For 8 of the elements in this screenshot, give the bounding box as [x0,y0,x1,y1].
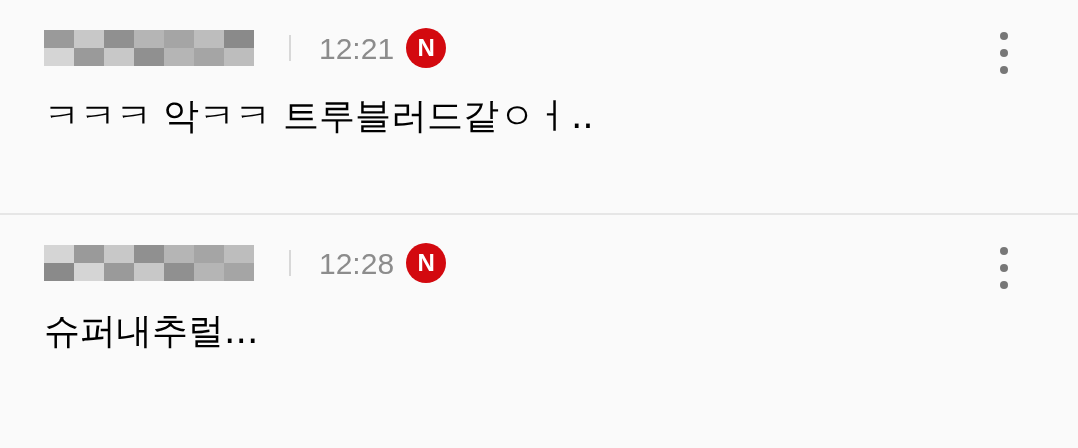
new-badge: N [406,28,447,68]
comment-time: 12:21 [319,30,395,67]
comment-text: 슈퍼내추럴... [44,309,260,353]
more-options-icon[interactable] [1000,247,1008,289]
comment-text: ㅋㅋㅋ 악ㅋㅋ 트루블러드같ㅇㅓ.. [44,94,595,138]
new-badge: N [406,243,447,283]
comment-time: 12:28 [319,245,395,282]
more-options-icon[interactable] [1000,32,1008,74]
